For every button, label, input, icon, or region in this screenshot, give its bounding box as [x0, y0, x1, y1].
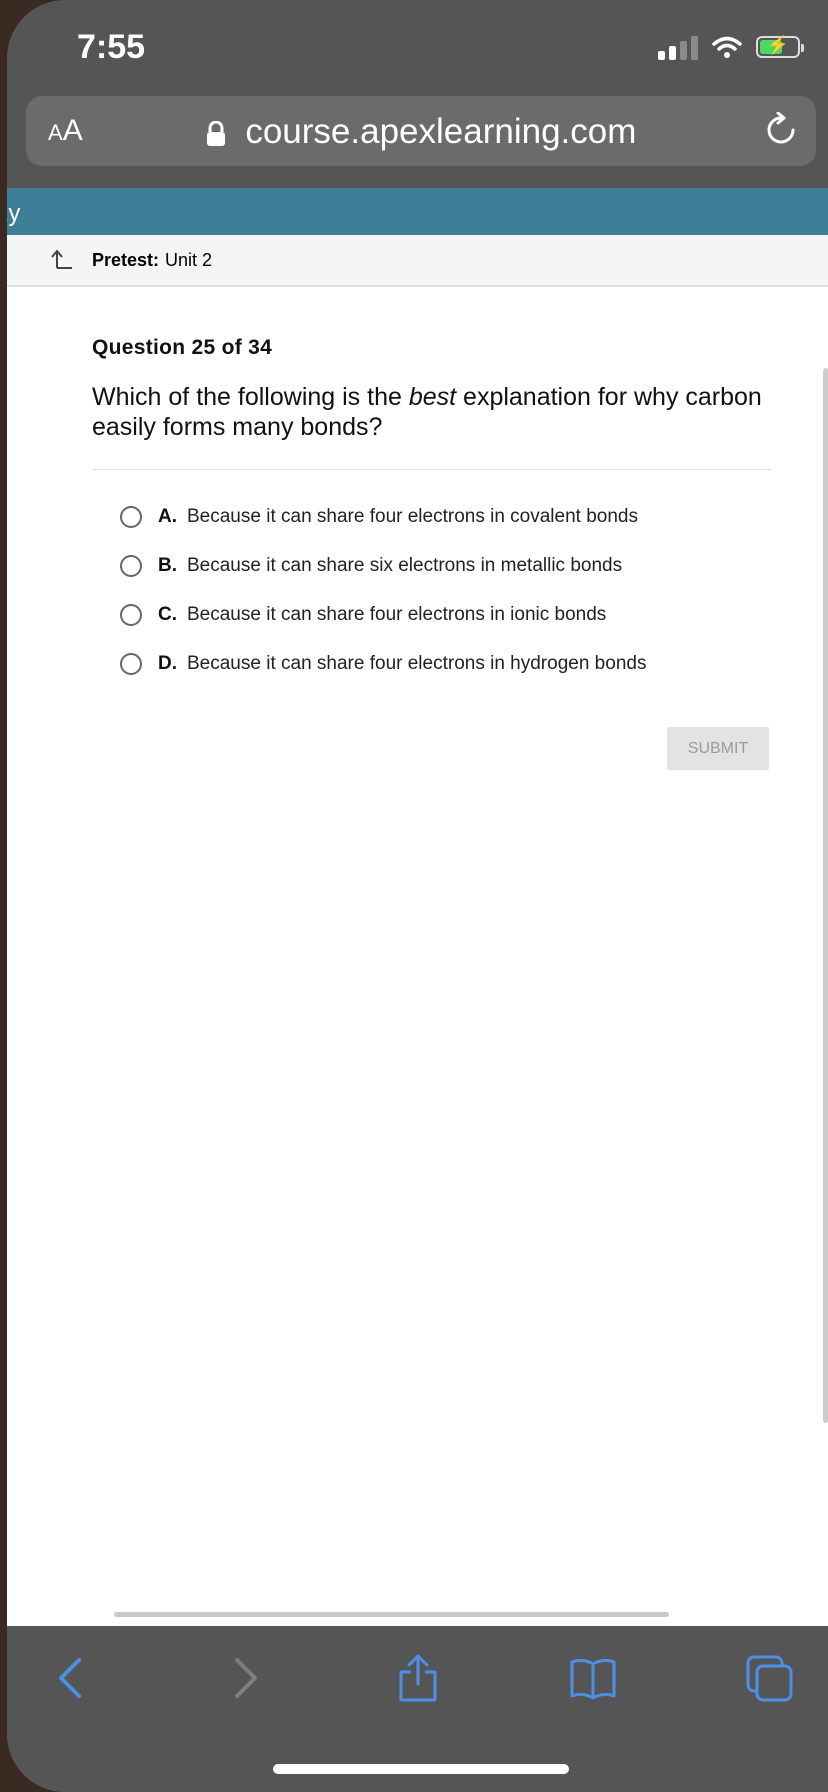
- share-icon[interactable]: [397, 1652, 439, 1704]
- signal-icon: [658, 34, 698, 60]
- choice-b[interactable]: B. Because it can share six electrons in…: [120, 555, 622, 577]
- choice-text: Because it can share six electrons in me…: [187, 555, 623, 576]
- divider: [92, 469, 772, 470]
- breadcrumb: Pretest: Unit 2: [7, 235, 828, 287]
- submit-button[interactable]: SUBMIT: [667, 727, 769, 770]
- home-indicator[interactable]: [273, 1764, 569, 1774]
- breadcrumb-unit: Unit 2: [165, 250, 213, 270]
- back-up-icon[interactable]: [51, 248, 73, 270]
- question-number: Question 25 of 34: [92, 336, 273, 359]
- choice-text: Because it can share four electrons in h…: [187, 653, 647, 674]
- url-text: course.apexlearning.com: [245, 112, 637, 151]
- choice-text: Because it can share four electrons in c…: [187, 506, 638, 527]
- breadcrumb-label: Pretest:: [92, 250, 160, 270]
- course-header: ιy: [7, 188, 828, 235]
- wifi-icon: [712, 36, 742, 58]
- address-bar[interactable]: AA course.apexlearning.com: [26, 96, 816, 166]
- radio-button[interactable]: [120, 506, 142, 528]
- question-text: Which of the following is the best expla…: [92, 383, 762, 441]
- bookmarks-icon[interactable]: [569, 1656, 617, 1700]
- vertical-scrollbar[interactable]: [823, 368, 828, 1423]
- forward-icon[interactable]: [231, 1656, 261, 1700]
- status-icons: ⚡: [658, 34, 804, 60]
- web-page: ιy Pretest:Unit 2 Question 25 of 34 Whic…: [7, 188, 828, 1626]
- status-time: 7:55: [77, 28, 146, 66]
- device-frame: 7:55 ⚡ AA course.apexlearning.com y Pret…: [7, 0, 828, 1792]
- choice-d[interactable]: D. Because it can share four electrons i…: [120, 653, 646, 675]
- back-icon[interactable]: [55, 1656, 85, 1700]
- emphasis-text: best: [408, 383, 457, 411]
- radio-button[interactable]: [120, 604, 142, 626]
- radio-button[interactable]: [120, 555, 142, 577]
- choice-a[interactable]: A. Because it can share four electrons i…: [120, 506, 638, 528]
- lock-icon: [206, 120, 225, 146]
- reload-icon[interactable]: [764, 112, 798, 148]
- header-title-fragment: ιy: [7, 200, 21, 227]
- radio-button[interactable]: [120, 653, 142, 675]
- browser-toolbar: [7, 1626, 828, 1792]
- battery-icon: ⚡: [756, 35, 804, 58]
- horizontal-scrollbar[interactable]: [114, 1612, 669, 1617]
- choice-c[interactable]: C. Because it can share four electrons i…: [120, 604, 606, 626]
- tabs-icon[interactable]: [745, 1654, 795, 1704]
- choice-text: Because it can share four electrons in i…: [187, 604, 607, 625]
